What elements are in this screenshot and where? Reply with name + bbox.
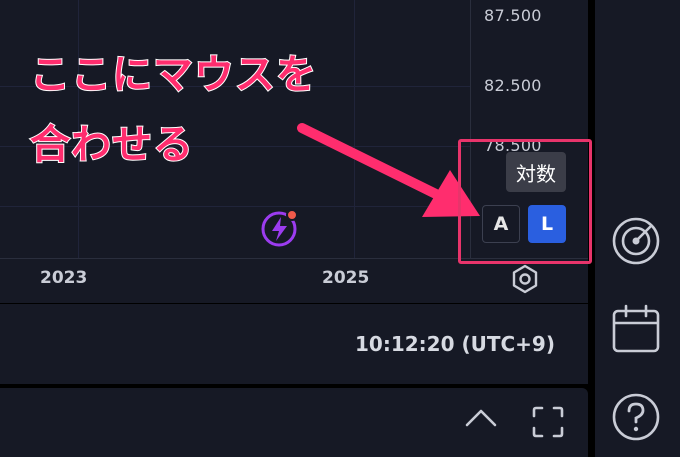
bottom-panel [0, 388, 588, 457]
price-label: 87.500 [484, 6, 542, 25]
calendar-icon[interactable] [609, 302, 663, 356]
maximize-icon[interactable] [530, 404, 566, 440]
clock-display[interactable]: 10:12:20 (UTC+9) [355, 332, 555, 356]
annotation-line-2: 合わせる [29, 121, 194, 169]
right-toolbar [595, 0, 680, 457]
auto-scale-button[interactable]: A [482, 205, 520, 243]
radar-icon[interactable] [609, 214, 663, 268]
annotation-line-1: ここにマウスを [29, 51, 317, 99]
status-bar: 10:12:20 (UTC+9) [0, 304, 588, 384]
tooltip: 対数 [506, 152, 566, 192]
log-scale-button[interactable]: L [528, 205, 566, 243]
price-label: 82.500 [484, 76, 542, 95]
pointer-arrow [297, 123, 480, 217]
chevron-up-icon[interactable] [464, 406, 498, 428]
time-label: 2023 [40, 268, 88, 288]
time-label: 2025 [322, 268, 370, 288]
help-icon[interactable] [609, 390, 663, 444]
hexagon-settings-icon[interactable] [508, 262, 542, 296]
tooltip-text: 対数 [516, 161, 556, 186]
